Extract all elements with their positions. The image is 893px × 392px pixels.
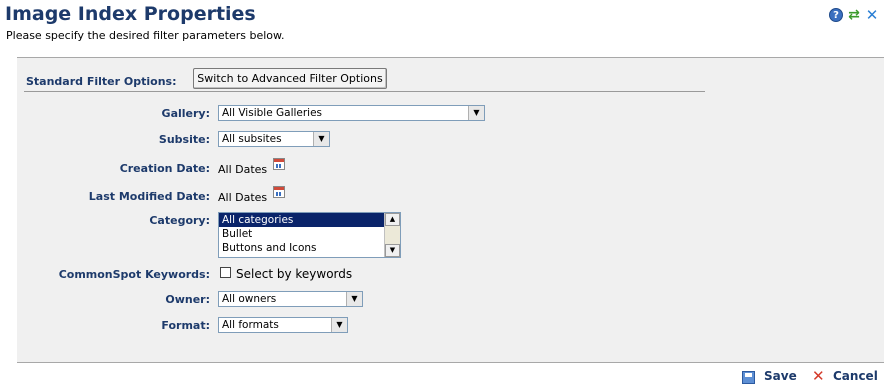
cancel-icon[interactable]: ✕ — [812, 369, 825, 384]
format-select[interactable]: All formats ▼ — [218, 317, 348, 333]
creation-date-value: All Dates — [218, 163, 268, 176]
owner-value: All owners — [222, 293, 277, 305]
format-label: Format: — [161, 319, 210, 332]
save-button[interactable]: Save — [764, 369, 797, 383]
save-icon[interactable] — [742, 371, 755, 384]
switch-advanced-button[interactable]: Switch to Advanced Filter Options — [193, 68, 387, 89]
help-icon[interactable]: ? — [829, 8, 843, 22]
scroll-up-icon[interactable]: ▲ — [385, 213, 400, 226]
refresh-icon[interactable]: ⇄ — [847, 8, 861, 22]
list-item[interactable]: Buttons and Icons — [219, 241, 400, 255]
subsite-select[interactable]: All subsites ▼ — [218, 131, 330, 147]
window-controls: ? ⇄ ✕ — [829, 8, 879, 23]
filter-panel: Standard Filter Options: Switch to Advan… — [17, 57, 884, 363]
keywords-checkbox-label[interactable]: Select by keywords — [236, 267, 352, 281]
subsite-label: Subsite: — [158, 133, 210, 146]
cancel-button[interactable]: Cancel — [833, 369, 878, 383]
page-subtitle: Please specify the desired filter parame… — [6, 29, 285, 42]
chevron-down-icon[interactable]: ▼ — [313, 132, 329, 146]
gallery-select[interactable]: All Visible Galleries ▼ — [218, 105, 485, 121]
owner-label: Owner: — [165, 293, 210, 306]
subsite-value: All subsites — [222, 133, 282, 145]
scrollbar[interactable]: ▲ ▼ — [384, 213, 400, 257]
category-listbox[interactable]: All categories Bullet Buttons and Icons … — [218, 212, 401, 258]
chevron-down-icon[interactable]: ▼ — [468, 106, 484, 120]
calendar-icon[interactable] — [273, 186, 285, 198]
standard-filter-label: Standard Filter Options: — [26, 75, 177, 88]
owner-select[interactable]: All owners ▼ — [218, 291, 363, 307]
last-modified-date-value: All Dates — [218, 191, 268, 204]
page-title: Image Index Properties — [5, 3, 256, 25]
creation-date-label: Creation Date: — [119, 162, 210, 175]
close-icon[interactable]: ✕ — [865, 8, 879, 23]
list-item[interactable]: All categories — [219, 213, 387, 227]
keywords-label: CommonSpot Keywords: — [58, 268, 210, 281]
gallery-label: Gallery: — [161, 107, 210, 120]
calendar-icon[interactable] — [273, 158, 285, 170]
last-modified-date-label: Last Modified Date: — [88, 190, 210, 203]
divider — [24, 91, 705, 92]
chevron-down-icon[interactable]: ▼ — [346, 292, 362, 306]
list-item[interactable]: Bullet — [219, 227, 400, 241]
format-value: All formats — [222, 319, 279, 331]
gallery-value: All Visible Galleries — [222, 107, 323, 119]
chevron-down-icon[interactable]: ▼ — [331, 318, 347, 332]
keywords-checkbox[interactable] — [220, 267, 231, 278]
scroll-down-icon[interactable]: ▼ — [385, 244, 400, 257]
category-label: Category: — [149, 214, 210, 227]
